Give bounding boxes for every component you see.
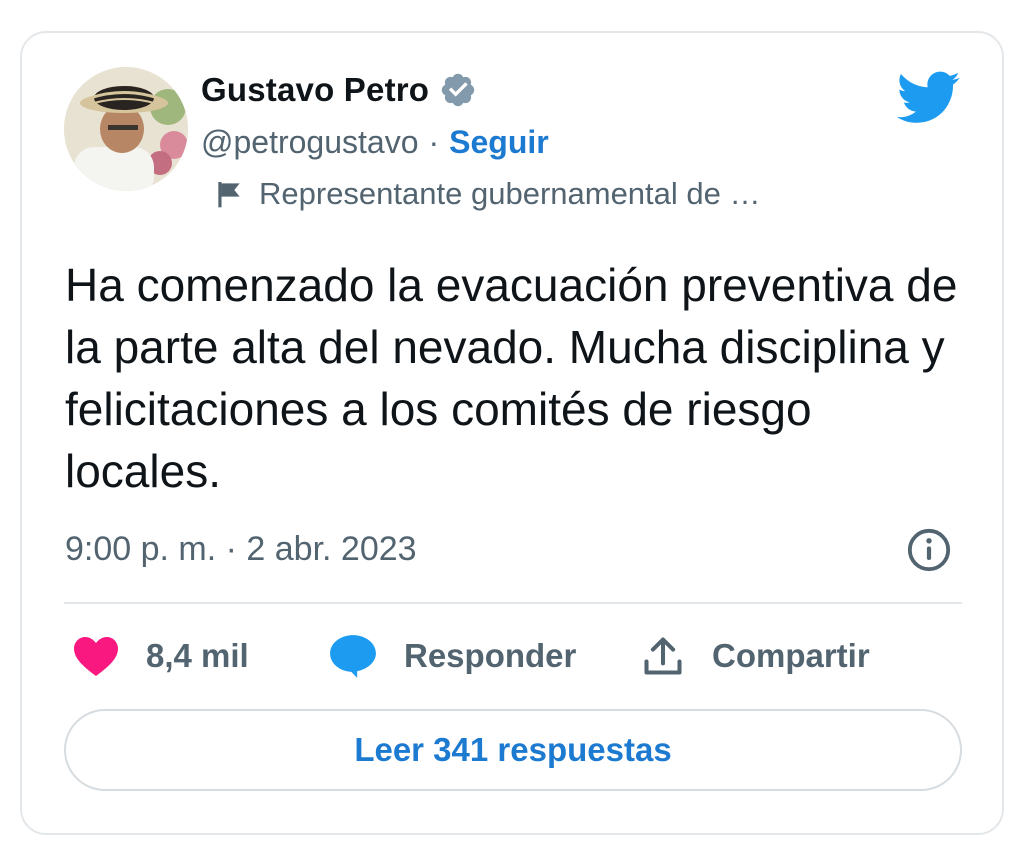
tweet-timestamp[interactable]: 9:00 p. m. · 2 abr. 2023 <box>65 527 417 571</box>
twitter-bird-icon[interactable] <box>897 70 961 126</box>
tweet-text: Ha comenzado la evacuación preventiva de… <box>65 259 958 497</box>
read-replies-button[interactable]: Leer 341 respuestas <box>64 709 962 791</box>
account-label[interactable]: Representante gubernamental de … <box>213 174 761 214</box>
share-upload-icon <box>644 637 682 675</box>
account-label-text: Representante gubernamental de … <box>259 176 761 211</box>
author-name[interactable]: Gustavo Petro <box>201 71 429 109</box>
avatar[interactable] <box>64 67 188 191</box>
follow-button[interactable]: Seguir <box>449 124 549 161</box>
author-handle[interactable]: @petrogustavo <box>201 124 419 161</box>
speech-bubble-icon <box>330 635 376 678</box>
divider <box>64 602 962 604</box>
info-icon[interactable] <box>906 527 952 573</box>
heart-icon <box>74 637 118 676</box>
reply-button[interactable]: Responder <box>328 630 576 682</box>
like-count: 8,4 mil <box>146 637 249 674</box>
flag-icon <box>218 182 240 208</box>
share-label: Compartir <box>712 637 870 674</box>
share-button[interactable]: Compartir <box>640 630 870 682</box>
like-button[interactable]: 8,4 mil <box>72 630 249 682</box>
verified-badge-icon <box>441 73 475 107</box>
reply-label: Responder <box>404 637 577 674</box>
separator-dot: · <box>428 123 440 160</box>
